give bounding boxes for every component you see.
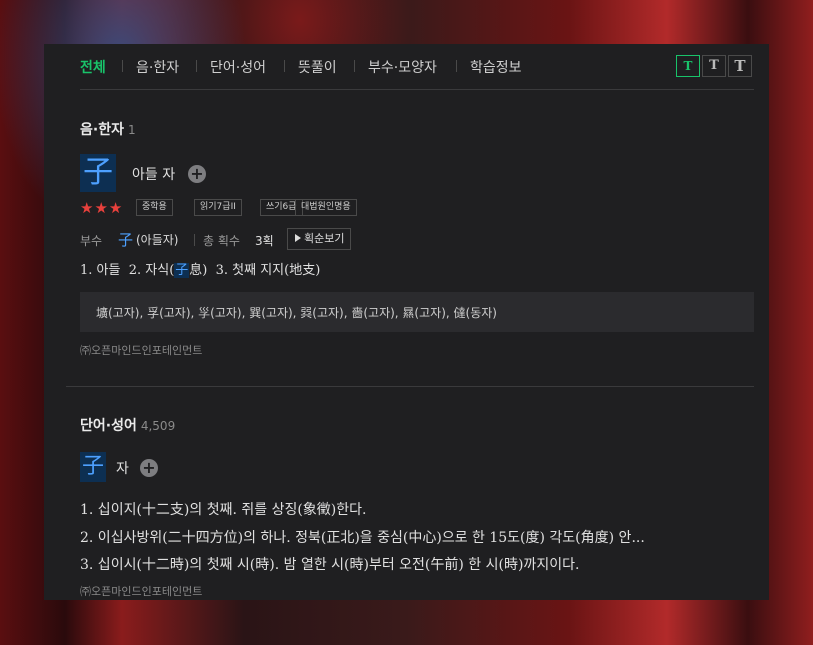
add-word-icon[interactable]: + bbox=[140, 459, 158, 477]
radical-label: 부수 bbox=[80, 234, 103, 248]
play-icon bbox=[295, 234, 301, 242]
meaning-2-highlight[interactable]: 子 bbox=[174, 263, 190, 278]
meaning-2-prefix: 2. 자식( bbox=[128, 263, 175, 278]
word-definition-2[interactable]: 2. 이십사방위(二十四方位)의 하나. 정북(正北)을 중심(中心)으로 한 … bbox=[80, 527, 645, 547]
tab-divider-line bbox=[80, 89, 754, 90]
level-badge-reading: 읽기7급II bbox=[194, 199, 242, 216]
word-section-title: 단어·성어 4,509 bbox=[80, 415, 175, 435]
font-size-small-button[interactable]: T bbox=[676, 55, 700, 77]
level-badge-court-name: 대법원인명용 bbox=[295, 199, 357, 216]
tab-meaning[interactable]: 뜻풀이 bbox=[298, 57, 337, 77]
word-definition-1[interactable]: 1. 십이지(十二支)의 첫째. 쥐를 상징(象徵)한다. bbox=[80, 499, 366, 519]
dictionary-panel: 전체 음·한자 단어·성어 뜻풀이 부수·모양자 학습정보 T T T 음·한자… bbox=[44, 44, 769, 600]
meaning-1: 1. 아들 bbox=[80, 263, 121, 278]
hanja-meanings: 1. 아들 2. 자식(子息) 3. 첫째 지지(地支) bbox=[80, 259, 320, 278]
tab-all[interactable]: 전체 bbox=[80, 57, 106, 77]
tab-divider bbox=[196, 60, 197, 72]
related-characters[interactable]: 壙(고자), 孚(고자), 㜽(고자), 巽(고자), 㢲(고자), 嗇(고자)… bbox=[96, 304, 497, 321]
hanja-section-title-text: 음·한자 bbox=[80, 122, 124, 138]
hanja-section-count: 1 bbox=[127, 123, 136, 137]
tab-divider bbox=[284, 60, 285, 72]
related-characters-box: 壙(고자), 孚(고자), 㜽(고자), 巽(고자), 㢲(고자), 嗇(고자)… bbox=[80, 292, 754, 332]
tab-sound-hanja[interactable]: 음·한자 bbox=[136, 57, 179, 77]
radical-name: (아들자) bbox=[136, 233, 179, 247]
tab-study-info[interactable]: 학습정보 bbox=[470, 57, 522, 77]
stroke-order-label: 획순보기 bbox=[304, 232, 345, 245]
importance-stars: ★★★ bbox=[80, 199, 124, 217]
stroke-order-button[interactable]: 획순보기 bbox=[287, 228, 352, 250]
hanja-section-title: 음·한자 1 bbox=[80, 119, 136, 139]
word-reading[interactable]: 자 bbox=[116, 458, 129, 478]
font-size-medium-button[interactable]: T bbox=[702, 55, 726, 77]
word-section-title-text: 단어·성어 bbox=[80, 418, 137, 434]
tab-words-idioms[interactable]: 단어·성어 bbox=[210, 57, 266, 77]
hanja-character[interactable]: 子 bbox=[80, 154, 116, 192]
stroke-count-value: 3획 bbox=[255, 234, 274, 248]
word-character[interactable]: 子 bbox=[80, 452, 106, 482]
add-wordbook-icon[interactable]: + bbox=[188, 165, 206, 183]
hanja-reading[interactable]: 아들 자 bbox=[132, 164, 175, 184]
font-size-large-button[interactable]: T bbox=[728, 55, 752, 77]
stroke-count-label: 총 획수 bbox=[203, 234, 240, 248]
meaning-3: 3. 첫째 지지(地支) bbox=[215, 263, 321, 278]
word-definition-3[interactable]: 3. 십이시(十二時)의 첫째 시(時). 밤 열한 시(時)부터 오전(午前)… bbox=[80, 554, 579, 574]
level-badge-middle-school: 중학용 bbox=[136, 199, 173, 216]
tab-bar: 전체 음·한자 단어·성어 뜻풀이 부수·모양자 학습정보 T T T bbox=[44, 44, 769, 89]
tab-divider bbox=[456, 60, 457, 72]
tab-radical-shape[interactable]: 부수·모양자 bbox=[368, 57, 437, 77]
radical-character[interactable]: 子 bbox=[118, 229, 133, 250]
meaning-2-suffix: 息) bbox=[189, 263, 208, 278]
hanja-copyright: ㈜오픈마인드인포테인먼트 bbox=[80, 344, 203, 357]
word-copyright: ㈜오픈마인드인포테인먼트 bbox=[80, 585, 203, 598]
info-divider bbox=[194, 234, 195, 246]
word-section-count: 4,509 bbox=[140, 419, 176, 433]
tab-divider bbox=[354, 60, 355, 72]
section-divider bbox=[66, 386, 754, 387]
tab-divider bbox=[122, 60, 123, 72]
